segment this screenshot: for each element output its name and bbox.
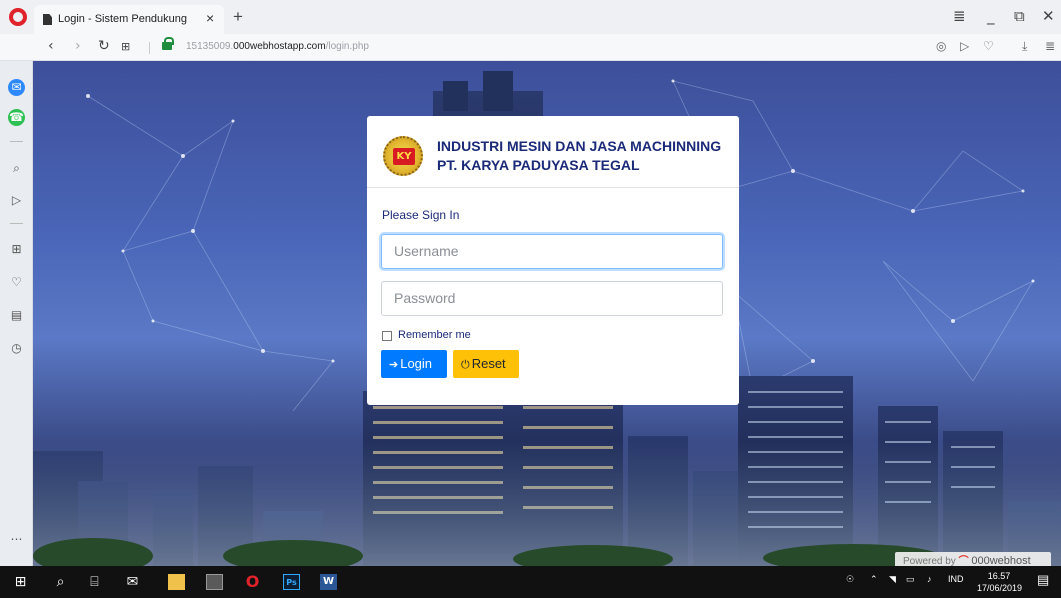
- search-icon[interactable]: ⌕: [8, 160, 25, 177]
- address-divider: [149, 42, 150, 54]
- company-logo: KY: [383, 136, 423, 176]
- close-window-button[interactable]: ✕: [1042, 7, 1055, 25]
- page-favicon-icon: [43, 14, 52, 25]
- bookmark-heart-icon[interactable]: ♡: [983, 39, 994, 53]
- task-view-icon[interactable]: ⌸: [86, 574, 103, 590]
- power-icon: ⏻: [461, 359, 470, 371]
- bookmarks-icon[interactable]: ♡: [8, 274, 25, 291]
- easy-setup-icon[interactable]: ≣: [953, 7, 966, 25]
- restore-button[interactable]: ⧉: [1014, 7, 1025, 25]
- company-title-line1: INDUSTRI MESIN DAN JASA MACHINNING: [437, 138, 722, 154]
- opera-sidebar: ✉ ☎ ⌕ ▷ ⊞ ♡ ▤ ◷ ⋯: [0, 61, 33, 566]
- reset-button[interactable]: ⏻ Reset: [453, 350, 519, 378]
- history-icon[interactable]: ◷: [8, 340, 25, 357]
- volume-icon[interactable]: ♪: [927, 574, 932, 584]
- company-title-line2: PT. KARYA PADUYASA TEGAL: [437, 157, 640, 173]
- clock-time: 16.57: [987, 571, 1011, 581]
- url-host: 000webhostapp.com: [233, 41, 326, 52]
- taskbar-clock[interactable]: 16.57 17/06/2019: [977, 570, 1023, 594]
- browser-tab-active[interactable]: Login - Sistem Pendukung ×: [34, 5, 224, 34]
- url-path: /login.php: [325, 41, 369, 52]
- sign-in-heading: Please Sign In: [382, 208, 460, 222]
- sidebar-more-icon[interactable]: ⋯: [8, 531, 25, 548]
- notifications-icon[interactable]: ▤: [1037, 572, 1049, 588]
- easy-setup-menu-icon[interactable]: ≣: [1045, 39, 1055, 53]
- speed-dial-sidebar-icon[interactable]: ⊞: [8, 241, 25, 258]
- new-tab-button[interactable]: +: [233, 7, 243, 27]
- people-icon[interactable]: ☉: [846, 574, 854, 585]
- speed-dial-icon[interactable]: ⊞: [121, 40, 130, 53]
- address-bar: ‹ › ↻ ⊞ 15135009.000webhostapp.com/login…: [0, 34, 1061, 61]
- login-card: KY INDUSTRI MESIN DAN JASA MACHINNING PT…: [367, 116, 739, 405]
- word-icon[interactable]: W: [320, 574, 337, 590]
- file-explorer-icon[interactable]: [168, 574, 185, 590]
- browser-tab-strip: Login - Sistem Pendukung × + ≣ _ ⧉ ✕: [0, 0, 1061, 34]
- photoshop-icon[interactable]: Ps: [283, 574, 300, 590]
- tab-title: Login - Sistem Pendukung: [58, 13, 188, 25]
- network-icon[interactable]: ◥: [889, 574, 896, 585]
- reset-button-label: Reset: [471, 356, 506, 371]
- lock-icon[interactable]: [162, 37, 174, 50]
- news-icon[interactable]: ▤: [8, 307, 25, 324]
- screen: Login - Sistem Pendukung × + ≣ _ ⧉ ✕ ‹ ›…: [0, 0, 1061, 598]
- app-icon[interactable]: [206, 574, 223, 590]
- taskbar-search-icon[interactable]: ⌕: [52, 574, 69, 590]
- mail-icon[interactable]: ✉: [124, 574, 141, 590]
- card-header: KY INDUSTRI MESIN DAN JASA MACHINNING PT…: [367, 116, 739, 188]
- login-button-label: Login: [400, 356, 433, 371]
- opera-taskbar-icon[interactable]: O: [244, 574, 261, 590]
- forward-icon[interactable]: ›: [75, 38, 81, 54]
- messenger-icon[interactable]: ✉: [8, 79, 25, 96]
- minimize-button[interactable]: _: [987, 7, 995, 25]
- windows-start-icon[interactable]: ⊞: [12, 574, 29, 590]
- reload-icon[interactable]: ↻: [98, 38, 110, 54]
- sidebar-divider: [10, 141, 23, 142]
- username-placeholder: Username: [394, 243, 459, 259]
- url-host-prefix: 15135009.: [186, 41, 234, 52]
- sign-in-icon: ➔: [389, 359, 399, 371]
- clock-date: 17/06/2019: [977, 583, 1023, 593]
- show-hidden-icons-icon[interactable]: ⌃: [870, 574, 878, 585]
- language-indicator[interactable]: IND: [948, 574, 964, 584]
- snapshot-icon[interactable]: ◎: [936, 39, 946, 53]
- remember-me-label[interactable]: Remember me: [398, 329, 471, 341]
- flow-icon[interactable]: ▷: [960, 39, 969, 53]
- remember-me-checkbox[interactable]: [382, 331, 392, 341]
- company-logo-text: KY: [393, 148, 415, 165]
- opera-menu-icon[interactable]: [9, 8, 27, 26]
- battery-icon[interactable]: ▭: [906, 574, 915, 585]
- sidebar-divider: [10, 223, 23, 224]
- tab-close-icon[interactable]: ×: [206, 10, 214, 26]
- windows-taskbar: ⊞ ⌕ ⌸ ✉ O Ps W ☉ ⌃ ◥ ▭ ♪ IND 16.57 17/06…: [0, 566, 1061, 598]
- flow-sidebar-icon[interactable]: ▷: [8, 192, 25, 209]
- download-icon[interactable]: ⤓: [1022, 39, 1027, 54]
- username-input[interactable]: Username: [381, 234, 723, 269]
- url-field[interactable]: 15135009.000webhostapp.com/login.php: [186, 41, 369, 52]
- whatsapp-icon[interactable]: ☎: [8, 109, 25, 126]
- password-input[interactable]: Password: [381, 281, 723, 316]
- back-icon[interactable]: ‹: [48, 38, 54, 54]
- login-button[interactable]: ➔ Login: [381, 350, 447, 378]
- password-placeholder: Password: [394, 290, 456, 306]
